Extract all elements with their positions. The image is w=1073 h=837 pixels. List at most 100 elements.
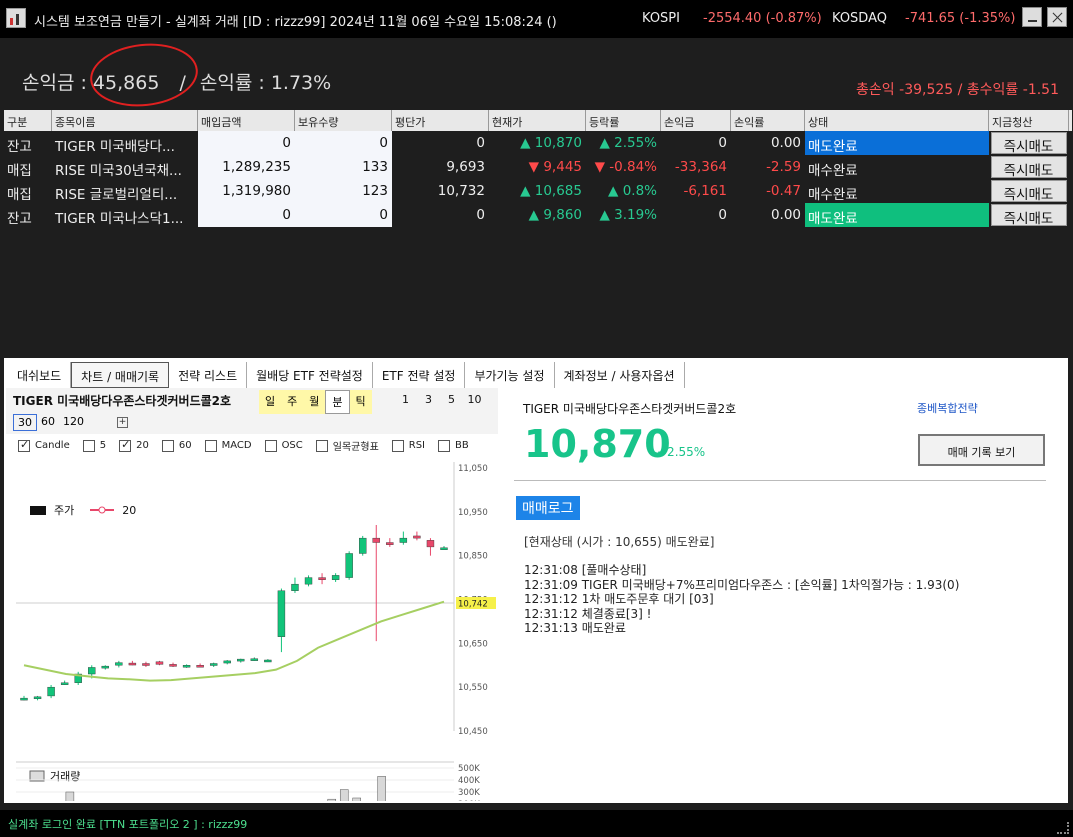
- price-tick-label: 10,450: [458, 727, 488, 737]
- cell-avg: 9,693: [446, 159, 485, 175]
- column-header[interactable]: 등락률: [586, 110, 661, 131]
- cell-cur: ▲ 10,870: [520, 135, 582, 151]
- column-header[interactable]: 손익금: [661, 110, 731, 131]
- candle-body: [264, 659, 272, 663]
- table-row[interactable]: 매집 RISE 미국30년국채... 1,289,235 133 9,693 ▼ 9,44…: [4, 155, 1072, 179]
- resize-grip-icon[interactable]: [1057, 822, 1069, 834]
- candle-body: [359, 537, 367, 554]
- cell-qty: 133: [295, 155, 392, 179]
- candle-body: [33, 696, 42, 700]
- price-change-rate: +2.55%: [657, 445, 706, 459]
- candle-body: [277, 590, 286, 637]
- log-line: 12:31:08 [풀매수상태]: [524, 563, 647, 577]
- candle-body: [115, 662, 123, 666]
- column-header[interactable]: 보유수량: [295, 110, 392, 131]
- table-row[interactable]: 매집 RISE 글로벌리얼티... 1,319,980 123 10,732 ▲ 10,6…: [4, 179, 1072, 203]
- cell-type: 매집: [7, 163, 32, 179]
- volume-bar: [327, 798, 337, 801]
- log-line: 12:31:12 체결종료[3] !: [524, 606, 652, 621]
- bottom-panel: 대쉬보드 차트 / 매매기록 전략 리스트 월배당 ETF 전략설정 ETF 전략 설정…: [4, 358, 1068, 803]
- sell-now-button[interactable]: 즉시매도: [991, 156, 1067, 178]
- price-tick-label: 10,950: [458, 508, 488, 518]
- status-text: 실계좌 로그인 완료 [TTN 포트폴리오 2 ] : rizzz99: [8, 818, 248, 831]
- candle-body: [372, 537, 380, 543]
- candle-body: [60, 682, 69, 685]
- tab-item[interactable]: 월배당 ETF 전략설정: [247, 362, 373, 388]
- window-title: 시스템 보조연금 만들기 - 실계좌 거래 [ID : rizzz99] 202…: [34, 15, 557, 30]
- candle-body: [155, 661, 164, 665]
- candle-body: [128, 662, 137, 666]
- cell-chg: ▲ 0.8%: [608, 183, 657, 199]
- column-header[interactable]: 구분: [4, 110, 52, 131]
- trade-log-title: 매매로그: [516, 496, 580, 520]
- candle-body: [318, 577, 326, 580]
- tab-item[interactable]: 차트 / 매매기록: [71, 362, 170, 388]
- column-header[interactable]: 평단가: [392, 110, 489, 131]
- strategy-link[interactable]: 종베복합전략: [917, 400, 978, 416]
- candle-body: [209, 663, 218, 666]
- cell-name: TIGER 미국나스닥1...: [55, 211, 184, 227]
- volume-tick-label: 300K: [458, 788, 480, 798]
- column-header[interactable]: 상태: [805, 110, 989, 131]
- trade-history-button[interactable]: 매매 기록 보기: [918, 434, 1045, 466]
- detail-divider: [514, 480, 1046, 481]
- price-tick-label: 10,850: [458, 552, 488, 562]
- volume-bar: [65, 791, 75, 801]
- stock-detail: TIGER 미국배당다우존스타겟커버드콜2호 종베복합전략 10,870 +2.…: [514, 388, 1064, 798]
- cell-status: 매도완료: [805, 203, 989, 227]
- candle-body: [291, 583, 299, 591]
- minimize-button[interactable]: [1022, 7, 1042, 27]
- candle-body: [196, 665, 204, 668]
- candle-body: [88, 667, 96, 675]
- cell-status: 매수완료: [808, 163, 858, 179]
- candle-body: [142, 663, 150, 666]
- tab-item[interactable]: 부가기능 설정: [465, 362, 555, 388]
- candle-body: [169, 664, 177, 667]
- log-line: 12:31:13 매도완료: [524, 621, 626, 636]
- candle-body: [345, 553, 353, 578]
- candle-body: [101, 665, 109, 669]
- cell-avg: 10,732: [437, 183, 485, 199]
- trade-log: 12:31:08 [풀매수상태] 12:31:09 TIGER 미국배당+7%프리…: [524, 563, 959, 636]
- tab-item[interactable]: 전략 리스트: [169, 362, 248, 388]
- column-header[interactable]: 지금청산: [989, 110, 1069, 131]
- detail-stock-name: TIGER 미국배당다우존스타겟커버드콜2호: [523, 402, 737, 416]
- cell-plr: -2.59: [766, 159, 801, 175]
- tab-item[interactable]: 계좌정보 / 사용자옵션: [555, 362, 685, 388]
- red-annotation-circle: [87, 38, 201, 112]
- candle-body: [440, 547, 448, 550]
- column-header[interactable]: 종목이름: [52, 110, 198, 131]
- sell-now-button[interactable]: 즉시매도: [991, 132, 1067, 154]
- candle-body: [47, 686, 55, 697]
- table-row[interactable]: 잔고 TIGER 미국배당다... 0 0 0 ▲ 10,870 ▲ 2.55% 0 0.00 매…: [4, 131, 1072, 155]
- cell-pl: -33,364: [674, 159, 727, 175]
- column-header[interactable]: 매입금액: [198, 110, 295, 131]
- cell-qty: 123: [295, 179, 392, 203]
- holdings-table: 구분 종목이름 매입금액 보유수량 평단가 현재가 등락률 손익금 손익률 상태 지금청산 잔고 TIG…: [4, 110, 1072, 227]
- log-line: 12:31:12 1차 매도주문후 대기 [03]: [524, 592, 714, 607]
- candle-body: [399, 537, 408, 543]
- candle-body: [237, 658, 245, 662]
- cell-buy: 0: [198, 203, 295, 227]
- column-header[interactable]: 손익률: [731, 110, 805, 131]
- cell-pl: 0: [718, 207, 727, 223]
- sell-now-button[interactable]: 즉시매도: [991, 204, 1067, 226]
- cell-avg: 0: [476, 207, 485, 223]
- volume-tick-label: 500K: [458, 764, 480, 774]
- ma20-line: [23, 600, 445, 682]
- candle-body: [223, 660, 231, 664]
- log-line: 12:31:09 TIGER 미국배당+7%프리미엄다우존스 : [손익률] 1…: [524, 577, 960, 592]
- price-chart[interactable]: 11,05010,95010,85010,75010,65010,55010,4…: [6, 388, 498, 801]
- cell-buy: 0: [198, 131, 295, 155]
- column-header[interactable]: 현재가: [489, 110, 586, 131]
- cell-cur: ▲ 9,860: [528, 207, 582, 223]
- close-button[interactable]: [1047, 7, 1067, 27]
- tab-item[interactable]: 대쉬보드: [8, 362, 72, 388]
- candle-body: [250, 658, 259, 661]
- candle-body: [413, 535, 421, 539]
- table-row[interactable]: 잔고 TIGER 미국나스닥1... 0 0 0 ▲ 9,860 ▲ 3.19% 0 0.00 매…: [4, 203, 1072, 227]
- kospi-value: -2554.40 (-0.87%): [703, 11, 822, 26]
- cell-avg: 0: [476, 135, 485, 151]
- tab-item[interactable]: ETF 전략 설정: [373, 362, 466, 388]
- sell-now-button[interactable]: 즉시매도: [991, 180, 1067, 202]
